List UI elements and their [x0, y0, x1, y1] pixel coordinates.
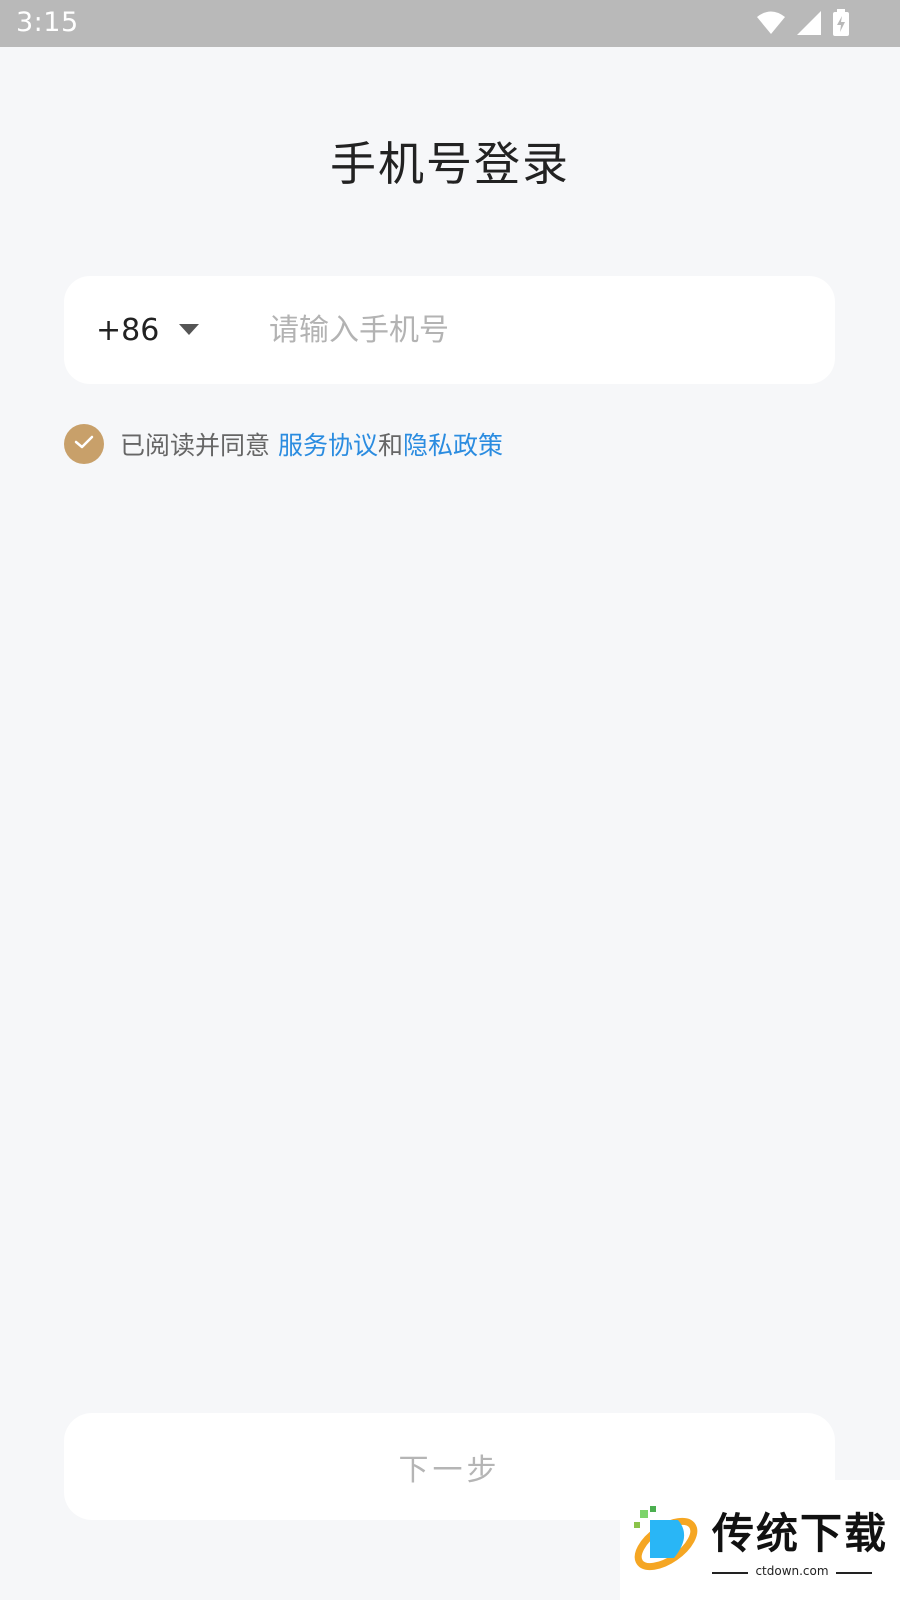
agreement-row: 已阅读并同意 服务协议 和 隐私政策: [64, 423, 503, 465]
phone-input-card: +86: [64, 276, 835, 384]
signal-icon: [796, 10, 822, 36]
watermark-logo-icon: [630, 1506, 702, 1580]
status-time: 3:15: [16, 7, 79, 38]
agreement-joiner: 和: [378, 431, 404, 460]
watermark-divider-right: [836, 1572, 872, 1574]
terms-of-service-link[interactable]: 服务协议: [278, 426, 378, 462]
checkmark-icon: [74, 434, 94, 454]
watermark: 传统下载 ctdown.com: [620, 1480, 900, 1600]
agreement-prefix: 已阅读并同意: [120, 431, 271, 460]
watermark-title: 传统下载: [712, 1509, 889, 1558]
wifi-icon: [756, 10, 786, 36]
country-code-selector[interactable]: +86: [96, 276, 200, 384]
privacy-policy-link[interactable]: 隐私政策: [403, 426, 503, 462]
status-bar: 3:15: [0, 0, 900, 47]
watermark-subtitle: ctdown.com: [755, 1564, 829, 1578]
page-title: 手机号登录: [330, 137, 570, 191]
status-icons: [756, 9, 850, 37]
phone-number-input[interactable]: [269, 300, 799, 360]
agreement-checkbox[interactable]: [64, 424, 104, 464]
battery-charging-icon: [832, 9, 850, 37]
dropdown-arrow-icon: [179, 321, 200, 340]
country-code-label: +86: [96, 312, 160, 348]
